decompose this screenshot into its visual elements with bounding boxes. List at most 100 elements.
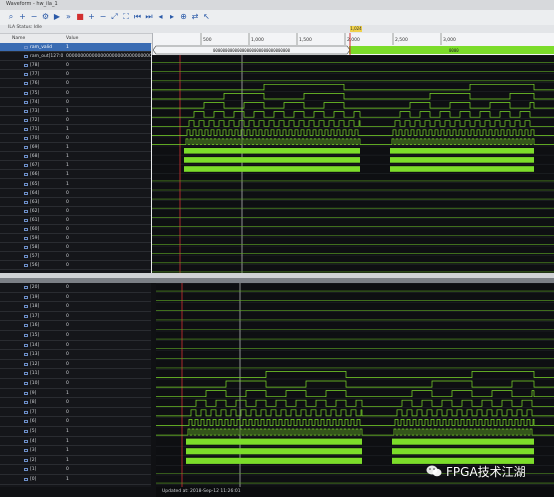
signal-row[interactable]: [69] — [0, 143, 63, 153]
zoom-in-icon[interactable]: + — [87, 12, 97, 22]
signal-value: 0 — [63, 234, 151, 244]
signal-row[interactable]: [10] — [0, 379, 63, 389]
waveform-trace — [152, 138, 554, 145]
signal-row[interactable]: ram_out[127:0] — [0, 52, 65, 62]
waveform-traces-bottom — [156, 283, 554, 487]
signal-row[interactable]: [61] — [0, 216, 63, 225]
zoom-out-icon[interactable]: − — [29, 12, 39, 22]
signal-row[interactable]: [6] — [0, 417, 63, 427]
fast-forward-icon[interactable]: » — [64, 12, 74, 22]
add-marker-icon[interactable]: ⊕ — [179, 12, 189, 22]
signal-row[interactable]: [5] — [0, 427, 63, 437]
zoom-full-icon[interactable]: ⛶ — [121, 12, 131, 22]
signal-row[interactable]: [12] — [0, 360, 63, 370]
signal-name: [63] — [30, 199, 40, 205]
signal-row[interactable]: [65] — [0, 180, 63, 189]
signal-row[interactable]: [59] — [0, 234, 63, 244]
search-icon[interactable]: ⌕ — [6, 12, 16, 22]
signal-value: 0 — [63, 321, 151, 331]
zoom-in-icon[interactable]: + — [18, 12, 28, 22]
signal-row[interactable]: [58] — [0, 243, 63, 253]
signal-icon — [24, 191, 28, 195]
time-ruler[interactable]: 500 1,000 1,500 2,000 2,500 3,000 000000000000… — [152, 26, 554, 55]
signal-icon — [24, 343, 28, 347]
signal-row[interactable]: [4] — [0, 437, 63, 447]
signal-row[interactable]: [66] — [0, 170, 63, 180]
signal-row[interactable]: [63] — [0, 198, 63, 207]
signal-row[interactable]: [16] — [0, 321, 63, 331]
signal-row[interactable]: [60] — [0, 225, 63, 235]
go-end-icon[interactable]: ⏭ — [144, 12, 154, 22]
signal-row[interactable]: [78] — [0, 61, 63, 71]
signal-icon — [24, 362, 28, 366]
signal-row[interactable]: [19] — [0, 293, 63, 303]
settings-icon[interactable]: ⚙ — [41, 12, 51, 22]
signal-row[interactable]: [0] — [0, 475, 63, 485]
signal-icon — [24, 228, 28, 231]
signal-row[interactable]: [64] — [0, 189, 63, 198]
signal-value: 0 — [63, 134, 151, 144]
signal-row[interactable]: [68] — [0, 152, 63, 162]
signal-icon — [24, 109, 28, 113]
swap-icon[interactable]: ⇄ — [190, 12, 200, 22]
next-marker-icon[interactable]: ▸ — [167, 12, 177, 22]
stop-icon[interactable]: ■ — [75, 12, 85, 22]
waveform-trace — [392, 448, 534, 455]
signal-name: [12] — [30, 361, 40, 367]
signal-icon — [24, 164, 28, 168]
waveform-trace — [156, 428, 554, 436]
signal-value: 0 — [63, 61, 151, 71]
signal-row[interactable]: [2] — [0, 456, 63, 466]
signal-row[interactable]: [7] — [0, 408, 63, 418]
signal-row[interactable]: [15] — [0, 331, 63, 341]
signal-name: [62] — [30, 208, 40, 214]
signal-row[interactable]: [56] — [0, 261, 63, 271]
signal-row[interactable]: [11] — [0, 369, 63, 379]
signal-row[interactable]: [70] — [0, 134, 63, 144]
signal-value: 1 — [63, 125, 151, 134]
signal-row[interactable]: [72] — [0, 116, 63, 125]
toolbar: ⌕ + − ⚙ ▶» ■ + − ⤢ ⛶ ⏮ ⏭ ◂ ▸ ⊕ ⇄ ↖ — [0, 10, 554, 26]
signal-row[interactable]: [14] — [0, 341, 63, 351]
waveform-area-bottom[interactable] — [156, 283, 554, 487]
signal-name: [15] — [30, 333, 40, 338]
signal-row[interactable]: [74] — [0, 98, 63, 107]
signal-value: 0 — [63, 417, 151, 427]
waveform-area-top[interactable] — [152, 55, 554, 273]
signal-row[interactable]: [18] — [0, 302, 63, 312]
waveform-trace — [152, 102, 554, 109]
signal-row[interactable]: [71] — [0, 125, 63, 134]
signal-row[interactable]: [67] — [0, 161, 63, 171]
go-start-icon[interactable]: ⏮ — [133, 12, 143, 22]
signal-icon — [24, 246, 28, 250]
signal-row[interactable]: ram_valid — [0, 43, 63, 53]
play-icon[interactable]: ▶ — [52, 12, 62, 22]
signal-icon — [24, 237, 28, 241]
signal-row[interactable]: [73] — [0, 107, 63, 116]
signal-row[interactable]: [1] — [0, 465, 63, 475]
signal-icon — [24, 209, 28, 213]
cursor-icon[interactable]: ↖ — [202, 12, 212, 22]
signal-icon — [24, 324, 28, 328]
signal-value: 1 — [63, 161, 151, 171]
signal-value: 0 — [63, 252, 151, 262]
signal-value: 1 — [63, 143, 151, 153]
signal-row[interactable]: [13] — [0, 350, 63, 360]
signal-value: 0 — [63, 189, 151, 198]
trigger-marker-label[interactable]: 1,024 — [350, 26, 362, 32]
zoom-out-icon[interactable]: − — [98, 12, 108, 22]
prev-marker-icon[interactable]: ◂ — [156, 12, 166, 22]
signal-row[interactable]: [76] — [0, 79, 63, 89]
signal-row[interactable]: [77] — [0, 70, 63, 80]
zoom-fit-icon[interactable]: ⤢ — [110, 12, 120, 22]
signal-row[interactable]: [8] — [0, 398, 63, 408]
signal-row[interactable]: [9] — [0, 389, 63, 399]
watermark-text: FPGA技术江湖 — [446, 464, 526, 479]
signal-row[interactable]: [3] — [0, 446, 63, 456]
signal-row[interactable]: [62] — [0, 207, 63, 216]
signal-name: [0] — [30, 477, 37, 482]
signal-row[interactable]: [57] — [0, 252, 63, 262]
signal-row[interactable]: [17] — [0, 312, 63, 322]
signal-row[interactable]: [75] — [0, 89, 63, 98]
signal-row[interactable]: [20] — [0, 283, 63, 293]
